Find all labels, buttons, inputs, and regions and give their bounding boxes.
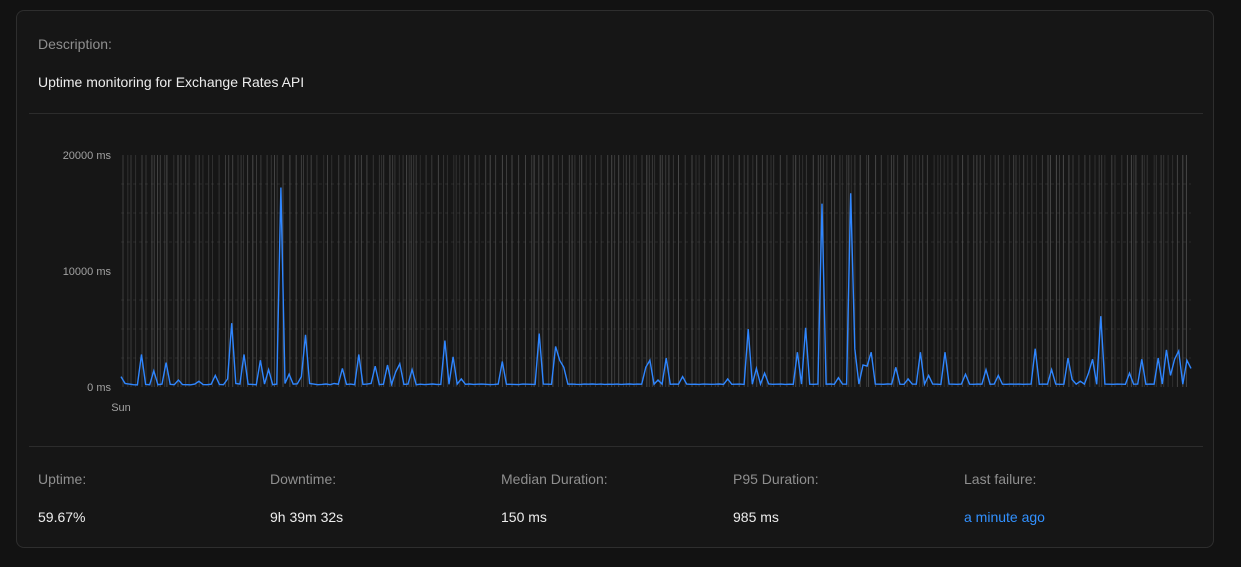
stat-downtime: Downtime: 9h 39m 32s	[270, 471, 343, 525]
x-axis-ticks: Sun	[111, 402, 131, 414]
stat-median-value: 150 ms	[501, 509, 547, 525]
y-tick-label: 10000 ms	[63, 266, 112, 278]
divider	[29, 113, 1203, 114]
monitor-card: Description: Uptime monitoring for Excha…	[16, 10, 1214, 548]
divider	[29, 446, 1203, 447]
y-tick-label: 0 ms	[87, 382, 111, 394]
series-line-response-time	[120, 187, 1192, 387]
description-label: Description:	[38, 36, 112, 52]
stat-last-failure-label: Last failure:	[964, 471, 1037, 487]
stat-p95-duration: P95 Duration: 985 ms	[733, 471, 819, 525]
stat-uptime-value: 59.67%	[38, 509, 86, 525]
stat-median-label: Median Duration:	[501, 471, 608, 487]
stat-p95-label: P95 Duration:	[733, 471, 819, 487]
stat-last-failure: Last failure: a minute ago	[964, 471, 1045, 525]
last-failure-link[interactable]: a minute ago	[964, 509, 1045, 525]
description-text: Uptime monitoring for Exchange Rates API	[38, 74, 305, 90]
stat-median-duration: Median Duration: 150 ms	[501, 471, 608, 525]
stat-uptime-label: Uptime:	[38, 471, 87, 487]
y-axis-ticks: 0 ms 10000 ms 20000 ms	[63, 150, 112, 394]
response-time-chart: 0 ms 10000 ms 20000 ms Sun	[63, 150, 1192, 414]
x-tick-label: Sun	[111, 402, 131, 414]
stat-uptime: Uptime: 59.67%	[38, 471, 86, 525]
stat-p95-value: 985 ms	[733, 509, 779, 525]
stat-downtime-label: Downtime:	[270, 471, 337, 487]
stat-downtime-value: 9h 39m 32s	[270, 509, 344, 525]
y-tick-label: 20000 ms	[63, 150, 112, 162]
